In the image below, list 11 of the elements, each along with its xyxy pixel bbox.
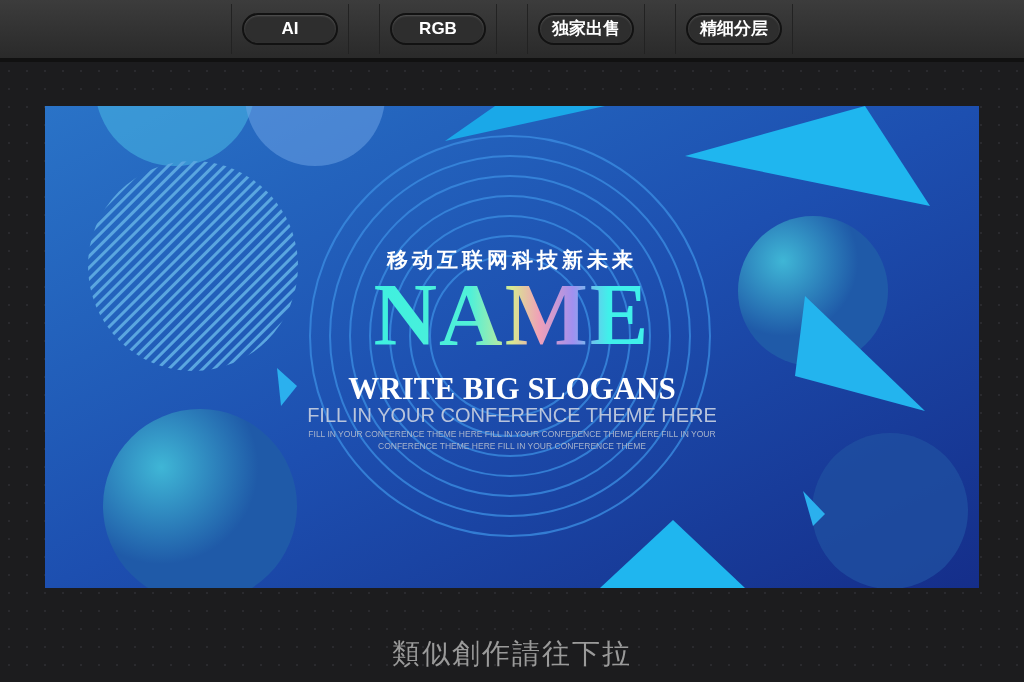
subtitle: 移动互联网科技新未来 bbox=[387, 246, 637, 274]
tagline: FILL IN YOUR CONFERENCE THEME HERE bbox=[307, 404, 717, 426]
tag-button[interactable]: 精细分层 bbox=[686, 13, 782, 45]
tag-button[interactable]: 独家出售 bbox=[538, 13, 634, 45]
slogan: WRITE BIG SLOGANS bbox=[348, 374, 676, 404]
triangle-shape bbox=[277, 368, 297, 406]
tag-button[interactable]: RGB bbox=[390, 13, 486, 45]
tag-button[interactable]: AI bbox=[242, 13, 338, 45]
body-text: FILL IN YOUR CONFERENCE THEME HERE FILL IN YOUR CONFERENCE THEME HERE FILL IN YOUR CONFERENCE THEME HERE FILL IN YOUR CONFERENCE THEME bbox=[307, 428, 717, 452]
scroll-hint: 類似創作請往下拉 bbox=[392, 638, 632, 670]
triangle-shape bbox=[803, 491, 825, 526]
